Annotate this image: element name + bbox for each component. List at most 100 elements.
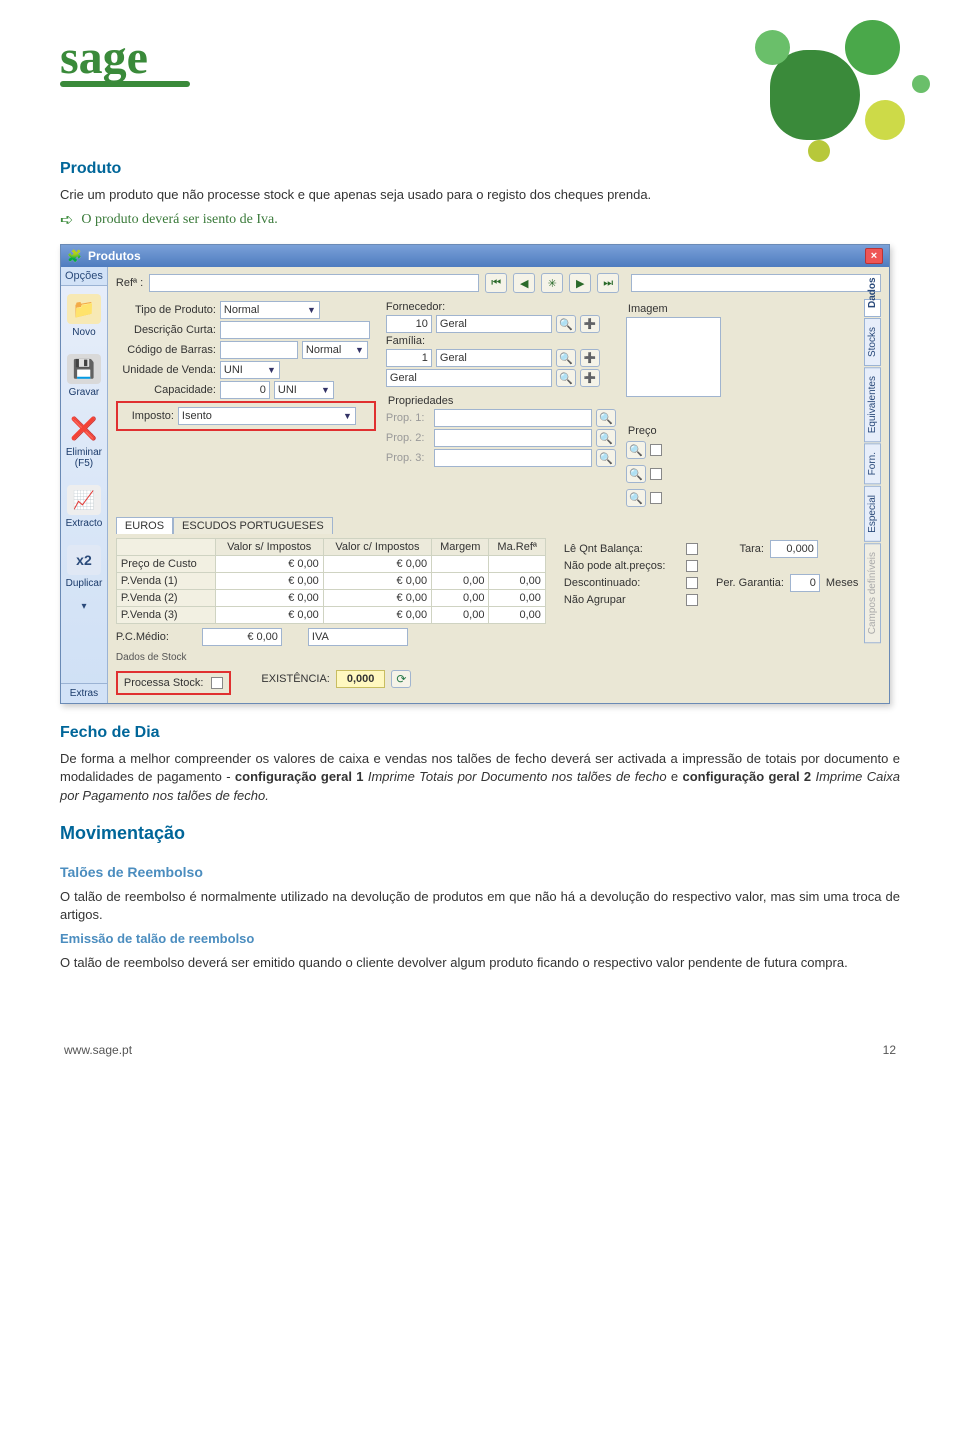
cod-input[interactable] <box>220 341 298 359</box>
image-head: Imagem <box>628 303 858 315</box>
forn-num[interactable] <box>386 315 432 333</box>
imp-select[interactable]: Isento▼ <box>178 407 356 425</box>
table-row: P.Venda (1)€ 0,00€ 0,000,000,00 <box>116 573 545 590</box>
vtab-equiv[interactable]: Equivalentes <box>864 367 881 442</box>
preco1-chk[interactable] <box>650 444 662 456</box>
leqnt-l: Lê Qnt Balança: <box>564 543 680 555</box>
table-row: P.Venda (3)€ 0,00€ 0,000,000,00 <box>116 607 545 624</box>
nav-next-icon[interactable]: ▶ <box>569 273 591 293</box>
refresh-icon[interactable]: ⟳ <box>391 670 411 688</box>
window-title: Produtos <box>88 249 141 263</box>
exist-l: EXISTÊNCIA: <box>261 673 329 685</box>
th-vc: Valor c/ Impostos <box>323 539 431 556</box>
subfam-search-icon[interactable] <box>556 369 576 387</box>
fam-num[interactable] <box>386 349 432 367</box>
fam-text[interactable] <box>436 349 552 367</box>
price-table: Valor s/ Impostos Valor c/ Impostos Marg… <box>116 538 546 624</box>
forn-text[interactable] <box>436 315 552 333</box>
stock-head: Dados de Stock <box>116 652 858 663</box>
cap-label: Capacidade: <box>116 384 216 396</box>
cap-input[interactable] <box>220 381 270 399</box>
iva-input[interactable] <box>308 628 408 646</box>
heading-tr: Talões de Reembolso <box>60 864 900 880</box>
forn-add-icon[interactable] <box>580 315 600 333</box>
p3-input[interactable] <box>434 449 592 467</box>
desc-chk[interactable] <box>686 577 698 589</box>
nav-first-icon[interactable]: ⏮ <box>485 273 507 293</box>
tara-v[interactable] <box>770 540 818 558</box>
fam-add-icon[interactable] <box>580 349 600 367</box>
cap-sel[interactable]: UNI▼ <box>274 381 334 399</box>
th-ma: Ma.Refª <box>489 539 545 556</box>
nav-add-icon[interactable]: ✳ <box>541 273 563 293</box>
vtab-forn[interactable]: Forn. <box>864 443 881 484</box>
procstock-chk[interactable] <box>211 677 223 689</box>
pcmedio-val[interactable] <box>202 628 282 646</box>
p2-search-icon[interactable] <box>596 429 616 447</box>
forn-search-icon[interactable] <box>556 315 576 333</box>
nav-last-icon[interactable]: ⏭ <box>597 273 619 293</box>
tab-escudos[interactable]: ESCUDOS PORTUGUESES <box>173 517 333 534</box>
p1-input[interactable] <box>434 409 592 427</box>
garan-u: Meses <box>826 577 858 589</box>
fam-label: Família: <box>386 335 456 347</box>
noalt-chk[interactable] <box>686 560 698 572</box>
subfam-text[interactable] <box>386 369 552 387</box>
noagr-l: Não Agrupar <box>564 594 680 606</box>
tab-euros[interactable]: EUROS <box>116 517 173 534</box>
sidebar-duplicar[interactable]: Duplicar <box>61 537 107 597</box>
preco3-search-icon[interactable] <box>626 489 646 507</box>
garan-l: Per. Garantia: <box>708 577 784 589</box>
sidebar-extras[interactable]: Extras <box>61 683 107 703</box>
heading-fecho: Fecho de Dia <box>60 724 900 742</box>
sidebar-eliminar[interactable]: Eliminar (F5) <box>61 406 107 477</box>
sidebar-extracto[interactable]: Extracto <box>61 477 107 537</box>
p3-l: Prop. 3: <box>386 452 430 464</box>
app-icon: 🧩 <box>67 249 82 263</box>
close-icon[interactable]: × <box>865 248 883 264</box>
titlebar[interactable]: 🧩 Produtos × <box>61 245 889 267</box>
sidebar-novo[interactable]: Novo <box>61 286 107 346</box>
garan-v[interactable] <box>790 574 820 592</box>
vtab-stocks[interactable]: Stocks <box>864 318 881 366</box>
preco2-chk[interactable] <box>650 468 662 480</box>
sidebar: Opções Novo Gravar Eliminar (F5) Extract… <box>61 267 108 703</box>
prop-head: Propriedades <box>388 395 616 407</box>
sidebar-gravar[interactable]: Gravar <box>61 346 107 406</box>
cod-select[interactable]: Normal▼ <box>302 341 368 359</box>
delete-icon <box>67 414 101 444</box>
fam-search-icon[interactable] <box>556 349 576 367</box>
vtab-dados[interactable]: Dados <box>864 299 881 317</box>
heading-etr: Emissão de talão de reembolso <box>60 931 254 946</box>
vtab-cdef: Campos definíveis <box>864 543 881 643</box>
preco2-search-icon[interactable] <box>626 465 646 483</box>
heading-mov: Movimentação <box>60 823 900 844</box>
ref-label: Refª : <box>116 277 143 289</box>
header-decor <box>660 10 940 190</box>
subfam-add-icon[interactable] <box>580 369 600 387</box>
arrow-icon: ➪ <box>60 210 73 230</box>
processa-stock-highlight: Processa Stock: <box>116 671 231 695</box>
image-box[interactable] <box>626 317 721 397</box>
tipo-select[interactable]: Normal▼ <box>220 301 320 319</box>
ref-desc-input[interactable] <box>631 274 881 292</box>
sidebar-more-arrow[interactable]: ▾ <box>61 597 107 616</box>
p3-search-icon[interactable] <box>596 449 616 467</box>
preco1-search-icon[interactable] <box>626 441 646 459</box>
desc-label: Descrição Curta: <box>116 324 216 336</box>
noagr-chk[interactable] <box>686 594 698 606</box>
ref-input[interactable] <box>149 274 479 292</box>
nav-prev-icon[interactable]: ◀ <box>513 273 535 293</box>
save-icon <box>67 354 101 384</box>
produtos-window: 🧩 Produtos × Opções Novo Gravar Eliminar… <box>60 244 890 704</box>
uni-select[interactable]: UNI▼ <box>220 361 280 379</box>
footer: www.sage.pt 12 <box>60 1043 900 1057</box>
vertical-tabs: Dados Stocks Equivalentes Forn. Especial… <box>864 299 881 695</box>
desc-input[interactable] <box>220 321 370 339</box>
preco3-chk[interactable] <box>650 492 662 504</box>
p2-input[interactable] <box>434 429 592 447</box>
leqnt-chk[interactable] <box>686 543 698 555</box>
vtab-esp[interactable]: Especial <box>864 486 881 542</box>
p1-search-icon[interactable] <box>596 409 616 427</box>
main-area: Refª : ⏮ ◀ ✳ ▶ ⏭ Tipo de Produto: Normal… <box>108 267 889 703</box>
